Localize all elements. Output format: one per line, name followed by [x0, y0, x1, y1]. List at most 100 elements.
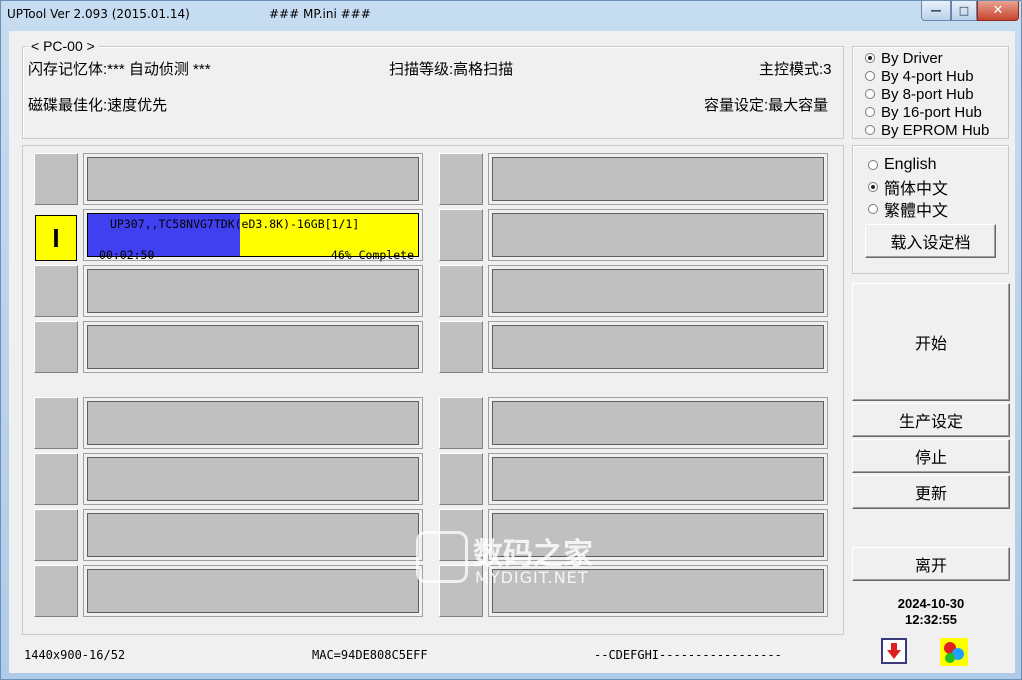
- leave-button[interactable]: 离开: [852, 547, 1010, 581]
- radio-button-icon[interactable]: [868, 160, 878, 170]
- port-progress-area: [87, 569, 419, 613]
- load-config-button[interactable]: 载入设定档: [865, 224, 996, 258]
- port-progress-area: [87, 157, 419, 201]
- port-indicator-10: [439, 209, 483, 261]
- port-indicator-1: [34, 153, 78, 205]
- port-status-letter: I: [52, 222, 60, 253]
- port-bar-10: [488, 209, 828, 261]
- port-bar-5: [83, 397, 423, 449]
- radio-button-icon[interactable]: [865, 89, 875, 99]
- maximize-icon: □: [958, 4, 970, 17]
- hub-option-label: By 4-port Hub: [881, 67, 974, 85]
- minimize-button[interactable]: —: [921, 1, 951, 21]
- hub-option-label: By 16-port Hub: [881, 103, 982, 121]
- radio-button-icon[interactable]: [865, 107, 875, 117]
- close-button[interactable]: ✕: [977, 1, 1019, 21]
- watermark-cn: 数码之家: [473, 537, 593, 572]
- disk-optimize-label: 磁碟最佳化:速度优先: [28, 97, 168, 114]
- port-bar-2: UP307,,TC58NVG7TDK(eD3.8K)-16GB[1/1] 00:0…: [83, 209, 423, 262]
- controller-mode-label: 主控模式:3: [759, 61, 832, 78]
- elapsed-time: 00:02:50: [99, 248, 155, 262]
- port-bar-3: [83, 265, 423, 317]
- port-progress-area: [492, 213, 824, 257]
- port-indicator-7: [34, 509, 78, 561]
- port-bar-12: [488, 321, 828, 373]
- port-indicator-13: [439, 397, 483, 449]
- port-progress-area: [492, 457, 824, 501]
- port-progress-area: [87, 325, 419, 369]
- flash-memory-label: 闪存记忆体:*** 自动侦测 ***: [28, 61, 211, 78]
- port-bar-8: [83, 565, 423, 617]
- window-title: UPTool Ver 2.093 (2015.01.14): [7, 7, 190, 21]
- radio-button-icon[interactable]: [868, 204, 878, 214]
- time-label: 12:32:55: [904, 612, 958, 627]
- language-option-label: 繁體中文: [884, 203, 949, 220]
- scan-level-label: 扫描等级:高格扫描: [389, 61, 514, 78]
- language-option-0[interactable]: English: [868, 154, 948, 176]
- port-bar-14: [488, 453, 828, 505]
- drive-letters-status: --CDEFGHI-----------------: [594, 648, 782, 662]
- stop-button[interactable]: 停止: [852, 439, 1010, 473]
- device-info-text: UP307,,TC58NVG7TDK(eD3.8K)-16GB[1/1]: [110, 217, 360, 231]
- watermark-logo-icon: [416, 531, 468, 583]
- language-option-label: 簡体中文: [884, 181, 949, 198]
- port-progress-area: [492, 325, 824, 369]
- port-indicator-3: [34, 265, 78, 317]
- language-option-2[interactable]: 繁體中文: [868, 198, 948, 220]
- port-progress-area: [492, 401, 824, 445]
- maximize-button[interactable]: □: [951, 1, 977, 21]
- port-progress-area: [87, 401, 419, 445]
- pc-group-label: < PC-00 >: [28, 38, 98, 54]
- hub-option-2[interactable]: By 8-port Hub: [865, 85, 989, 103]
- port-indicator-9: [439, 153, 483, 205]
- port-indicator-2: I: [35, 215, 77, 261]
- port-progress-area: [87, 269, 419, 313]
- minimize-icon: —: [930, 4, 942, 17]
- port-indicator-11: [439, 265, 483, 317]
- port-bar-6: [83, 453, 423, 505]
- capacity-setting-label: 容量设定:最大容量: [704, 97, 829, 114]
- start-button[interactable]: 开始: [852, 283, 1010, 401]
- language-option-label: English: [884, 156, 937, 173]
- production-settings-button[interactable]: 生产设定: [852, 403, 1010, 437]
- port-bar-4: [83, 321, 423, 373]
- date-label: 2024-10-30: [897, 596, 965, 611]
- port-indicator-8: [34, 565, 78, 617]
- port-bar-11: [488, 265, 828, 317]
- language-option-1[interactable]: 簡体中文: [868, 176, 948, 198]
- radio-button-icon[interactable]: [868, 182, 878, 192]
- port-progress-area: [87, 457, 419, 501]
- hub-option-label: By Driver: [881, 49, 943, 67]
- hub-option-1[interactable]: By 4-port Hub: [865, 67, 989, 85]
- close-icon: ✕: [992, 3, 1004, 18]
- refresh-button[interactable]: 更新: [852, 475, 1010, 509]
- radio-button-icon[interactable]: [865, 125, 875, 135]
- port-indicator-12: [439, 321, 483, 373]
- title-bar[interactable]: UPTool Ver 2.093 (2015.01.14) ### MP.ini…: [1, 1, 1022, 27]
- port-bar-9: [488, 153, 828, 205]
- hub-option-3[interactable]: By 16-port Hub: [865, 103, 989, 121]
- hub-options-list: By Driver By 4-port Hub By 8-port Hub By 16…: [865, 49, 989, 139]
- resolution-status: 1440x900-16/52: [24, 648, 126, 662]
- language-list: English 簡体中文繁體中文: [868, 154, 948, 220]
- port-progress-area: [492, 157, 824, 201]
- port-progress-area: [492, 269, 824, 313]
- hub-option-0[interactable]: By Driver: [865, 49, 989, 67]
- port-progress-area: [87, 513, 419, 557]
- radio-button-icon[interactable]: [865, 71, 875, 81]
- radio-button-icon[interactable]: [865, 53, 875, 63]
- hub-option-4[interactable]: By EPROM Hub: [865, 121, 989, 139]
- port-indicator-4: [34, 321, 78, 373]
- port-indicator-5: [34, 397, 78, 449]
- port-indicator-14: [439, 453, 483, 505]
- watermark-en: MYDIGIT.NET: [475, 568, 589, 587]
- port-indicator-6: [34, 453, 78, 505]
- port-bar-1: [83, 153, 423, 205]
- color-dots-icon[interactable]: [940, 638, 968, 666]
- hub-option-label: By EPROM Hub: [881, 121, 990, 139]
- hub-option-label: By 8-port Hub: [881, 85, 974, 103]
- progress-status: 46% Complete: [330, 248, 414, 262]
- download-arrow-icon[interactable]: [881, 638, 907, 664]
- app-window: UPTool Ver 2.093 (2015.01.14) ### MP.ini…: [0, 0, 1022, 680]
- port-bar-13: [488, 397, 828, 449]
